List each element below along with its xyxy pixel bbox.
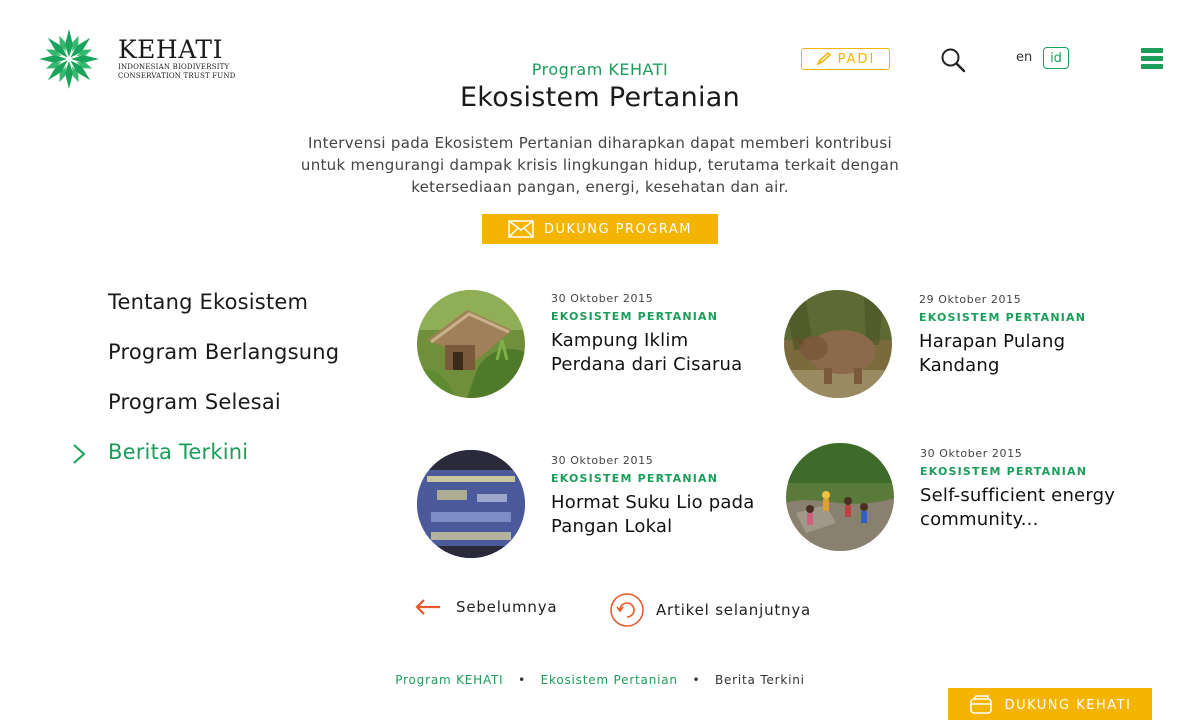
article-category: EKOSISTEM PERTANIAN xyxy=(551,472,719,485)
program-description: Intervensi pada Ekosistem Pertanian diha… xyxy=(300,134,900,196)
article-title: Harapan Pulang Kandang xyxy=(919,331,1066,376)
sidenav-item-label: Program Selesai xyxy=(108,390,281,414)
page-title: Ekosistem Pertanian xyxy=(459,82,741,113)
article-date: 30 Oktober 2015 xyxy=(551,454,654,467)
sidenav-item-label: Tentang Ekosistem xyxy=(108,290,309,314)
sidenav-item-program-selesai[interactable]: Program Selesai xyxy=(70,390,339,440)
support-program-label: DUKUNG PROGRAM xyxy=(544,221,692,237)
presentation-image xyxy=(417,450,525,558)
article-date: 29 Oktober 2015 xyxy=(919,293,1022,306)
article-title: Hormat Suku Lio pada Pangan Lokal xyxy=(551,492,755,537)
support-kehati-button[interactable]: DUKUNG KEHATI xyxy=(948,688,1152,720)
support-kehati-label: DUKUNG KEHATI xyxy=(1004,697,1132,713)
rhino-image xyxy=(784,290,892,398)
article-category: EKOSISTEM PERTANIAN xyxy=(551,310,719,323)
article-date: 30 Oktober 2015 xyxy=(920,447,1023,460)
farm-hut-image xyxy=(417,290,525,398)
breadcrumb-separator: • xyxy=(692,673,701,687)
sidenav-item-label: Berita Terkini xyxy=(108,440,249,464)
previous-page-label: Sebelumnya xyxy=(456,598,558,616)
sidenav-item-tentang-ekosistem[interactable]: Tentang Ekosistem xyxy=(70,290,339,340)
envelope-icon xyxy=(508,220,534,238)
breadcrumb-separator: • xyxy=(518,673,527,687)
breadcrumb-current: Berita Terkini xyxy=(714,673,805,687)
section-sidenav: Tentang Ekosistem Program Berlangsung Pr… xyxy=(70,290,339,490)
sidenav-item-program-berlangsung[interactable]: Program Berlangsung xyxy=(70,340,339,390)
article-category: EKOSISTEM PERTANIAN xyxy=(919,311,1087,324)
article-category: EKOSISTEM PERTANIAN xyxy=(920,465,1088,478)
article-date: 30 Oktober 2015 xyxy=(551,292,654,305)
program-eyebrow: Program KEHATI xyxy=(531,60,669,79)
next-articles-label: Artikel selanjutnya xyxy=(656,601,812,619)
breadcrumb-program-kehati[interactable]: Program KEHATI xyxy=(395,673,503,687)
chevron-right-icon xyxy=(73,444,86,464)
breadcrumb-ekosistem-pertanian[interactable]: Ekosistem Pertanian xyxy=(541,673,678,687)
support-program-button[interactable]: DUKUNG PROGRAM xyxy=(482,214,718,244)
article-title: Kampung Iklim Perdana dari Cisarua xyxy=(551,330,743,375)
sidenav-item-berita-terkini[interactable]: Berita Terkini xyxy=(70,440,339,490)
breadcrumb: Program KEHATI • Ekosistem Pertanian • B… xyxy=(0,673,1200,687)
previous-page-link[interactable]: Sebelumnya xyxy=(414,598,557,616)
river-people-image xyxy=(786,443,894,551)
refresh-icon xyxy=(610,593,644,627)
next-articles-link[interactable]: Artikel selanjutnya xyxy=(610,593,811,627)
wallet-icon xyxy=(969,695,992,714)
sidenav-item-label: Program Berlangsung xyxy=(108,340,340,364)
arrow-left-icon xyxy=(415,599,440,615)
article-title: Self-sufficient energy community... xyxy=(920,485,1116,530)
